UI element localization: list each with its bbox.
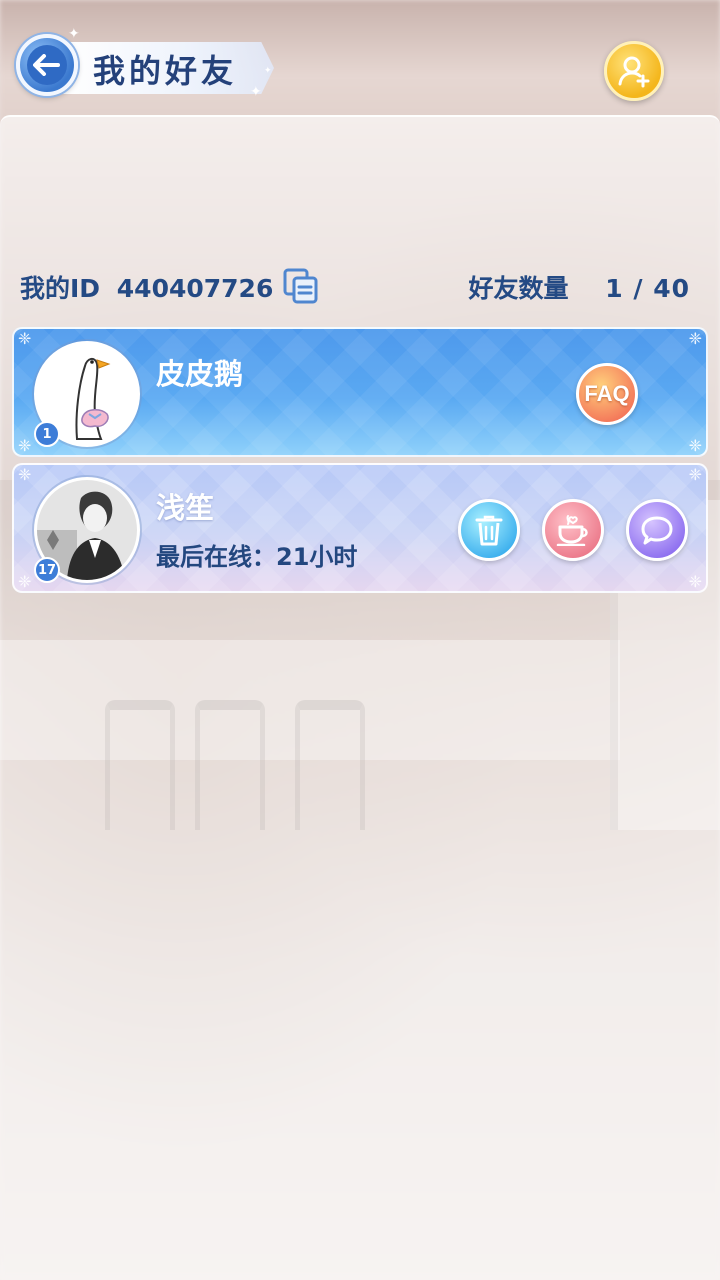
corner-ornament-icon: ❈ <box>688 572 702 591</box>
corner-ornament-icon: ❈ <box>18 436 32 455</box>
friends-panel: 我的ID 440407726 好友数量 1 / 40 <box>0 115 720 1280</box>
corner-ornament-icon: ❈ <box>688 436 702 455</box>
friend-count-value: 1 / 40 <box>605 274 690 303</box>
friend-card-self[interactable]: ❈ ❈ ❈ ❈ 1 皮皮鹅 FAQ <box>12 327 708 457</box>
chat-button[interactable] <box>626 499 688 561</box>
add-user-icon <box>618 56 650 88</box>
my-id-value: 440407726 <box>116 274 274 303</box>
friend-card[interactable]: ❈ ❈ ❈ ❈ 17 浅笙 最后在线：21小时 <box>12 463 708 593</box>
corner-ornament-icon: ❈ <box>688 329 702 348</box>
delete-icon <box>475 515 503 546</box>
corner-ornament-icon: ❈ <box>18 572 32 591</box>
friend-count-label: 好友数量 <box>468 274 569 303</box>
sparkle-icon: ✦ <box>250 84 262 100</box>
sparkle-icon: ✦ <box>68 26 80 42</box>
page-title: 我的好友 <box>93 52 238 90</box>
my-id-label: 我的ID <box>20 274 101 303</box>
faq-label: FAQ <box>584 381 630 406</box>
last-online-value: 21小时 <box>276 543 358 571</box>
my-id: 我的ID 440407726 <box>20 269 273 305</box>
level-badge: 1 <box>34 421 60 447</box>
sparkle-icon: ✦ <box>264 66 272 76</box>
last-online: 最后在线：21小时 <box>156 537 357 572</box>
friend-name: 皮皮鹅 <box>156 357 244 391</box>
send-coffee-button[interactable] <box>542 499 604 561</box>
last-online-label: 最后在线： <box>156 543 276 571</box>
friend-count: 好友数量 1 / 40 <box>469 269 690 305</box>
coffee-icon <box>556 515 588 546</box>
add-friend-button[interactable] <box>604 41 664 101</box>
level-badge: 17 <box>34 557 60 583</box>
corner-ornament-icon: ❈ <box>18 329 32 348</box>
delete-friend-button[interactable] <box>458 499 520 561</box>
faq-button[interactable]: FAQ <box>576 363 638 425</box>
back-button[interactable] <box>16 34 78 96</box>
copy-icon <box>283 268 318 304</box>
chat-icon <box>641 516 673 545</box>
corner-ornament-icon: ❈ <box>18 465 32 484</box>
corner-ornament-icon: ❈ <box>688 465 702 484</box>
copy-id-button[interactable] <box>282 267 320 305</box>
friend-name: 浅笙 <box>156 491 215 525</box>
arrow-left-icon <box>27 45 67 85</box>
info-row: 我的ID 440407726 好友数量 1 / 40 <box>20 267 690 307</box>
